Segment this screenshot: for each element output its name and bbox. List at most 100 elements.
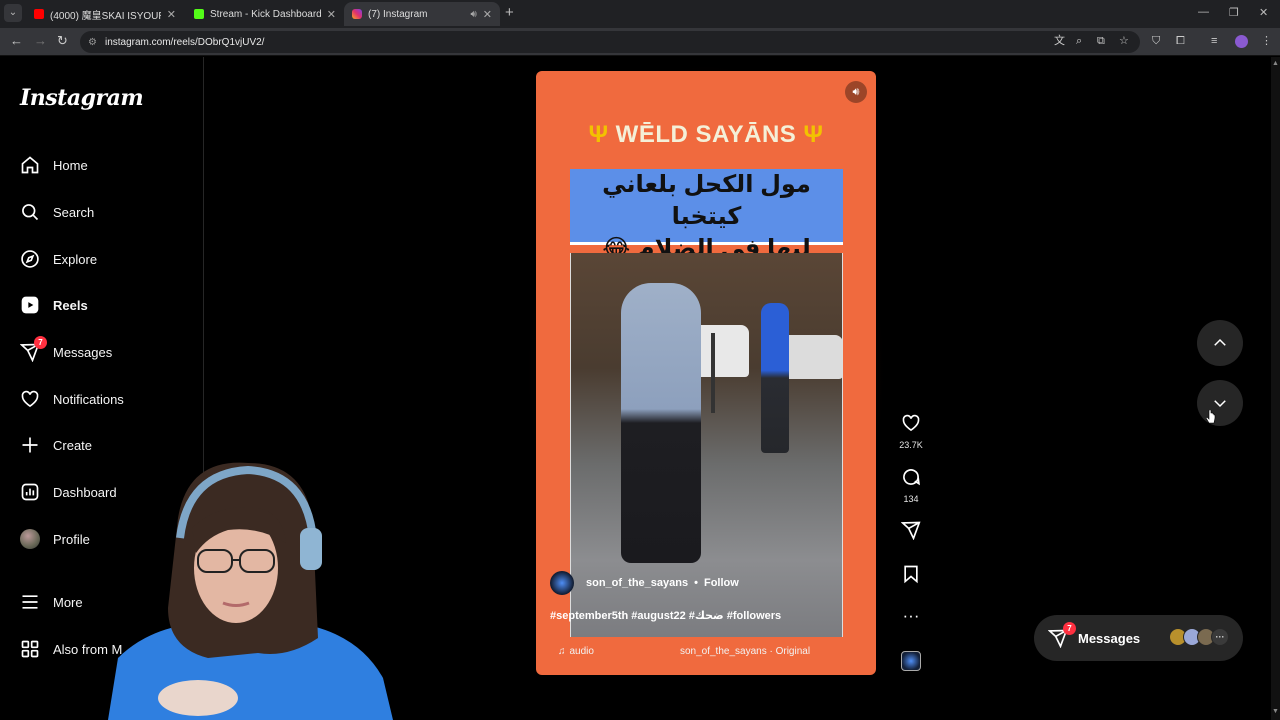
bookmark-icon[interactable] bbox=[896, 564, 926, 589]
minimize-button[interactable]: — bbox=[1198, 6, 1209, 18]
author-avatar[interactable] bbox=[550, 571, 574, 595]
sidebar-item-label: More bbox=[53, 594, 83, 610]
message-avatars: ··· bbox=[1169, 628, 1229, 646]
dashboard-icon bbox=[20, 482, 40, 502]
follow-button[interactable]: Follow bbox=[704, 577, 739, 589]
scroll-down-icon[interactable]: ▼ bbox=[1272, 708, 1279, 715]
sidebar-item-create[interactable]: Create bbox=[20, 435, 92, 455]
reload-button[interactable]: ↻ bbox=[57, 34, 68, 48]
restore-button[interactable]: ❐ bbox=[1229, 6, 1239, 19]
profile-avatar[interactable] bbox=[1235, 35, 1248, 48]
sidebar-item-search[interactable]: Search bbox=[20, 202, 94, 222]
browser-menu-icon[interactable]: ⋮ bbox=[1261, 35, 1272, 47]
audio-row[interactable]: ♫ audio son_of_the_sayans · Original bbox=[550, 641, 862, 661]
sidebar-item-messages[interactable]: 7 Messages bbox=[20, 336, 112, 362]
browser-tab-instagram[interactable]: (7) Instagram 🔊︎ ✕ bbox=[344, 2, 500, 26]
trident-icon: Ψ bbox=[588, 121, 609, 148]
share-action[interactable] bbox=[896, 520, 926, 545]
home-icon bbox=[20, 155, 40, 175]
menu-icon bbox=[20, 592, 40, 612]
parked-car bbox=[781, 335, 842, 379]
comment-action[interactable]: 134 bbox=[896, 467, 926, 504]
install-app-icon[interactable]: ⧉ bbox=[1097, 35, 1105, 47]
webcam-overlay bbox=[108, 458, 393, 720]
extensions-icon[interactable]: ⧠ bbox=[1176, 35, 1185, 47]
close-icon[interactable]: ✕ bbox=[167, 8, 176, 21]
more-horizontal-icon[interactable]: ··· bbox=[896, 606, 926, 626]
speaker-icon[interactable]: 🔊︎ bbox=[470, 9, 476, 20]
chevron-up-icon bbox=[1214, 338, 1226, 346]
page-scrollbar[interactable]: ▲ ▼ bbox=[1271, 57, 1280, 720]
messenger-icon: 7 bbox=[1047, 622, 1076, 649]
scroll-up-icon[interactable]: ▲ bbox=[1272, 60, 1279, 67]
author-username[interactable]: son_of_the_sayans bbox=[586, 577, 688, 589]
browser-tab-youtube[interactable]: (4000) 魔皇SKAI ISYOURGOD - ✕ bbox=[26, 2, 184, 26]
sidebar-item-also-from-meta[interactable]: Also from M bbox=[20, 639, 122, 659]
audio-original-label: son_of_the_sayans · Original bbox=[679, 645, 811, 657]
more-options-action[interactable]: ··· bbox=[896, 606, 926, 626]
more-horizontal-icon: ··· bbox=[1211, 628, 1229, 646]
audio-label: audio bbox=[569, 645, 594, 657]
mouse-cursor-icon bbox=[1206, 410, 1216, 424]
close-icon[interactable]: ✕ bbox=[327, 8, 336, 21]
instagram-logo[interactable]: Instagram bbox=[20, 85, 144, 111]
messages-pill-label: Messages bbox=[1078, 630, 1141, 646]
sidebar-item-profile[interactable]: Profile bbox=[20, 529, 90, 549]
compass-icon bbox=[20, 249, 40, 269]
messages-pill[interactable]: 7 Messages ··· bbox=[1034, 615, 1243, 661]
sidebar-item-more[interactable]: More bbox=[20, 592, 83, 612]
sidebar-item-notifications[interactable]: Notifications bbox=[20, 389, 124, 409]
forward-button[interactable]: → bbox=[34, 34, 47, 48]
person-figure bbox=[761, 303, 789, 453]
apps-icon bbox=[20, 639, 40, 659]
address-bar[interactable]: ⚙ instagram.com/reels/DObrQ1vjUV2/ bbox=[80, 31, 1140, 53]
previous-reel-button[interactable] bbox=[1197, 320, 1243, 366]
youtube-favicon-icon bbox=[34, 9, 44, 19]
zoom-icon[interactable]: ⌕ bbox=[1076, 35, 1082, 47]
sidebar-item-reels[interactable]: Reels bbox=[20, 295, 88, 315]
reel-author-row: son_of_the_sayans • Follow bbox=[550, 571, 739, 595]
close-window-button[interactable]: ✕ bbox=[1259, 6, 1268, 19]
translate-icon[interactable]: 文 bbox=[1054, 35, 1065, 47]
bollard bbox=[711, 333, 715, 413]
next-reel-button[interactable] bbox=[1197, 380, 1243, 426]
sidebar-item-dashboard[interactable]: Dashboard bbox=[20, 482, 117, 502]
browser-tab-kick[interactable]: Stream - Kick Dashboard ✕ bbox=[186, 2, 344, 26]
reel-hashtags[interactable]: #september5th #august22 #ضحك #followers bbox=[550, 609, 781, 622]
bookmark-star-icon[interactable]: ☆ bbox=[1119, 35, 1129, 47]
share-icon[interactable] bbox=[896, 520, 926, 545]
close-icon[interactable]: ✕ bbox=[483, 8, 492, 21]
audio-thumbnail[interactable] bbox=[901, 651, 921, 671]
back-button[interactable]: ← bbox=[10, 34, 23, 48]
sidebar-item-home[interactable]: Home bbox=[20, 155, 88, 175]
media-controls-icon[interactable]: ≡ bbox=[1211, 35, 1217, 47]
sidebar-item-label: Search bbox=[53, 204, 95, 220]
save-action[interactable] bbox=[896, 564, 926, 589]
like-action[interactable]: 23.7K bbox=[896, 413, 926, 450]
sound-toggle-icon[interactable]: 🔊︎ bbox=[845, 81, 867, 103]
site-info-icon[interactable]: ⚙ bbox=[88, 37, 97, 48]
new-tab-button[interactable]: + bbox=[505, 5, 514, 21]
reel-video-player[interactable]: 🔊︎ Ψ WĒLD SAYĀNS Ψ مول الكحل بلعاني كيتخ… bbox=[536, 71, 876, 675]
streamer-figure bbox=[108, 462, 393, 720]
video-title-text: WĒLD SAYĀNS bbox=[615, 121, 797, 148]
heart-icon[interactable] bbox=[896, 413, 926, 438]
comment-icon[interactable] bbox=[896, 467, 926, 492]
tab-search-button[interactable]: ⌄ bbox=[4, 4, 22, 22]
sidebar-item-label: Home bbox=[53, 157, 88, 173]
messenger-icon: 7 bbox=[20, 336, 47, 362]
sidebar-item-label: Notifications bbox=[53, 391, 124, 407]
browser-toolbar: ← → ↻ ⚙ instagram.com/reels/DObrQ1vjUV2/… bbox=[0, 28, 1280, 56]
extension-shield-icon[interactable]: ⛉ bbox=[1152, 35, 1160, 47]
reels-icon bbox=[20, 295, 40, 315]
sidebar-item-label: Reels bbox=[53, 297, 88, 313]
comment-count: 134 bbox=[903, 494, 919, 504]
avatar bbox=[20, 529, 40, 549]
like-count: 23.7K bbox=[899, 440, 923, 450]
messages-badge: 7 bbox=[1063, 622, 1076, 635]
caption-line: مول الكحل بلعاني كيتخبا bbox=[602, 171, 811, 230]
url-text: instagram.com/reels/DObrQ1vjUV2/ bbox=[104, 36, 265, 48]
instagram-favicon-icon bbox=[352, 9, 362, 19]
search-icon bbox=[20, 202, 40, 222]
sidebar-item-explore[interactable]: Explore bbox=[20, 249, 97, 269]
